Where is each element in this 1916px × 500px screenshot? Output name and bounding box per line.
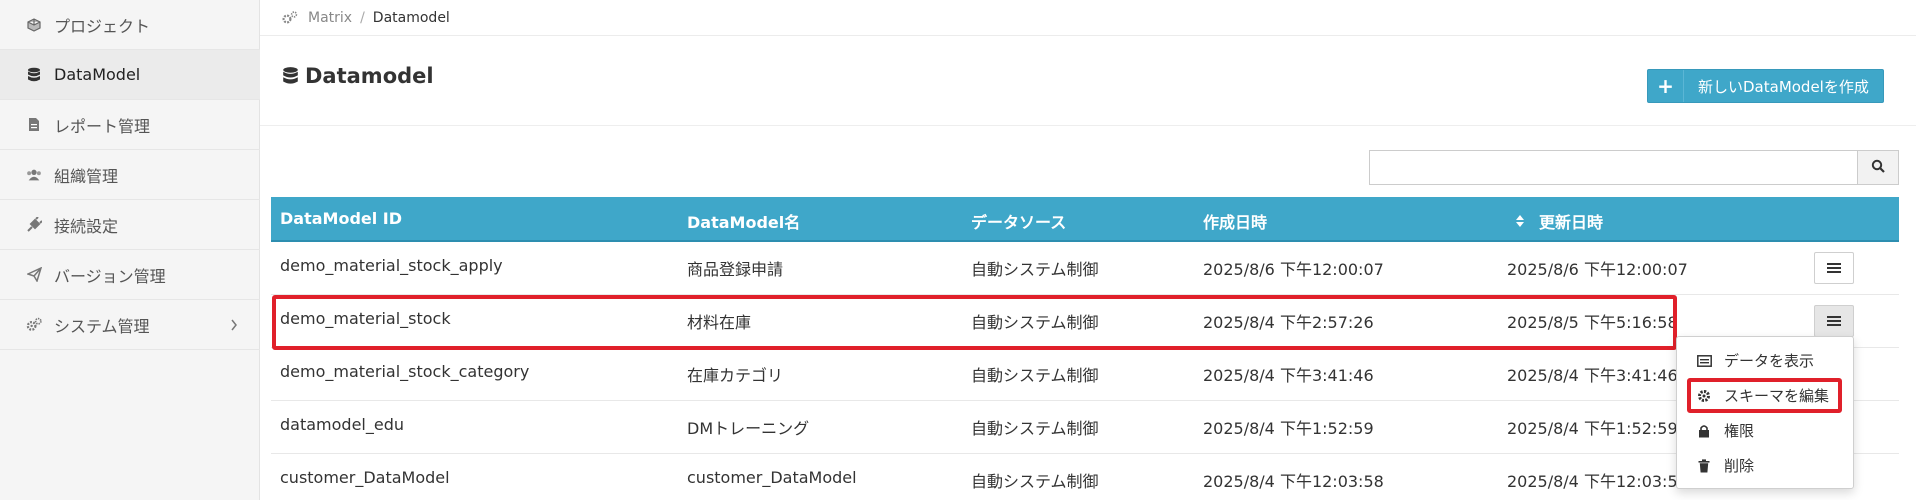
cell-source: 自動システム制御 bbox=[971, 313, 1099, 332]
menu-item-label: スキーマを編集 bbox=[1724, 387, 1830, 405]
plus-icon: + bbox=[1648, 70, 1684, 102]
sidebar-item-version[interactable]: バージョン管理 bbox=[0, 250, 260, 300]
cell-source: 自動システム制御 bbox=[971, 472, 1099, 491]
page-title-text: Datamodel bbox=[305, 64, 434, 88]
menu-item-permissions[interactable]: 権限 bbox=[1677, 413, 1853, 448]
table-row[interactable]: datamodel_edu DMトレーニング 自動システム制御 2025/8/4… bbox=[271, 401, 1899, 454]
sidebar-item-project[interactable]: プロジェクト bbox=[0, 0, 260, 50]
cell-updated: 2025/8/4 下午3:41:46 bbox=[1507, 366, 1678, 385]
row-action-menu: データを表示 スキーマを編集 権限 削除 bbox=[1676, 336, 1854, 489]
sidebar-item-organization[interactable]: 組織管理 bbox=[0, 150, 260, 200]
table-header: DataModel ID DataModel名 データソース 作成日時 更新日時 bbox=[271, 197, 1899, 242]
column-header-updated[interactable]: 更新日時 bbox=[1515, 209, 1603, 233]
sidebar-item-label: レポート管理 bbox=[54, 116, 151, 136]
cell-name: DMトレーニング bbox=[687, 419, 810, 438]
create-datamodel-label: 新しいDataModelを作成 bbox=[1698, 77, 1869, 96]
cell-id: demo_material_stock bbox=[280, 309, 451, 328]
lock-icon bbox=[1696, 424, 1712, 438]
database-icon bbox=[282, 66, 299, 86]
cell-updated: 2025/8/6 下午12:00:07 bbox=[1507, 260, 1688, 279]
menu-item-edit-schema[interactable]: スキーマを編集 bbox=[1677, 378, 1853, 413]
cell-name: customer_DataModel bbox=[687, 468, 857, 487]
datamodel-table: DataModel ID DataModel名 データソース 作成日時 更新日時… bbox=[271, 197, 1899, 500]
breadcrumb-separator: / bbox=[360, 9, 365, 26]
cell-source: 自動システム制御 bbox=[971, 419, 1099, 438]
sidebar-item-label: バージョン管理 bbox=[54, 266, 166, 286]
cell-updated: 2025/8/4 下午12:03:58 bbox=[1507, 472, 1688, 491]
cell-updated: 2025/8/5 下午5:16:58 bbox=[1507, 313, 1678, 332]
gears-icon bbox=[26, 317, 42, 333]
gears-icon bbox=[282, 11, 298, 24]
cell-id: demo_material_stock_category bbox=[280, 362, 530, 381]
cell-created: 2025/8/6 下午12:00:07 bbox=[1203, 260, 1384, 279]
table-row[interactable]: demo_material_stock_category 在庫カテゴリ 自動シス… bbox=[271, 348, 1899, 401]
menu-item-view-data[interactable]: データを表示 bbox=[1677, 343, 1853, 378]
search-icon bbox=[1871, 158, 1885, 177]
menu-item-delete[interactable]: 削除 bbox=[1677, 448, 1853, 483]
trash-icon bbox=[1696, 458, 1712, 473]
paper-plane-icon bbox=[26, 267, 42, 283]
row-menu-button[interactable] bbox=[1814, 252, 1854, 284]
sidebar-item-report[interactable]: レポート管理 bbox=[0, 100, 260, 150]
hamburger-icon bbox=[1827, 312, 1841, 331]
document-icon bbox=[26, 117, 42, 133]
sidebar-item-label: DataModel bbox=[54, 65, 141, 84]
column-header-name[interactable]: DataModel名 bbox=[687, 209, 800, 233]
sidebar-item-datamodel[interactable]: DataModel bbox=[0, 50, 260, 100]
table-row[interactable]: customer_DataModel customer_DataModel 自動… bbox=[271, 454, 1899, 500]
menu-item-label: 削除 bbox=[1724, 457, 1755, 475]
search-input[interactable] bbox=[1369, 150, 1857, 185]
chevron-right-icon bbox=[230, 316, 238, 335]
breadcrumb-parent[interactable]: Matrix bbox=[308, 10, 352, 26]
cell-source: 自動システム制御 bbox=[971, 366, 1099, 385]
gear-icon bbox=[1696, 389, 1712, 403]
create-datamodel-button[interactable]: + 新しいDataModelを作成 bbox=[1647, 69, 1884, 103]
menu-item-label: データを表示 bbox=[1724, 352, 1815, 370]
cell-updated: 2025/8/4 下午1:52:59 bbox=[1507, 419, 1678, 438]
row-menu-button[interactable] bbox=[1814, 305, 1854, 337]
column-header-id[interactable]: DataModel ID bbox=[280, 209, 402, 228]
users-icon bbox=[26, 167, 42, 183]
sidebar-item-connection[interactable]: 接続設定 bbox=[0, 200, 260, 250]
breadcrumb-current: Datamodel bbox=[372, 9, 450, 26]
cell-name: 在庫カテゴリ bbox=[687, 366, 784, 385]
breadcrumb: Matrix / Datamodel bbox=[260, 0, 1916, 36]
cell-created: 2025/8/4 下午2:57:26 bbox=[1203, 313, 1374, 332]
cell-id: datamodel_edu bbox=[280, 415, 404, 434]
cell-created: 2025/8/4 下午3:41:46 bbox=[1203, 366, 1374, 385]
search-button[interactable] bbox=[1857, 150, 1899, 185]
sort-icon[interactable] bbox=[1515, 214, 1525, 228]
plug-icon bbox=[26, 216, 42, 233]
page-title: Datamodel bbox=[282, 64, 434, 88]
search-bar bbox=[1369, 150, 1899, 185]
column-header-source[interactable]: データソース bbox=[971, 209, 1066, 233]
database-icon bbox=[26, 67, 42, 83]
cell-id: demo_material_stock_apply bbox=[280, 256, 503, 275]
column-header-updated-label: 更新日時 bbox=[1539, 213, 1604, 232]
page-header: Datamodel + 新しいDataModelを作成 bbox=[260, 36, 1916, 126]
table-icon bbox=[1696, 354, 1712, 367]
sidebar-item-label: 接続設定 bbox=[54, 216, 119, 236]
column-header-created[interactable]: 作成日時 bbox=[1203, 209, 1267, 233]
table-row[interactable]: demo_material_stock_apply 商品登録申請 自動システム制… bbox=[271, 242, 1899, 295]
cell-source: 自動システム制御 bbox=[971, 260, 1099, 279]
sidebar-item-label: システム管理 bbox=[54, 316, 150, 336]
cell-created: 2025/8/4 下午1:52:59 bbox=[1203, 419, 1374, 438]
cell-id: customer_DataModel bbox=[280, 468, 450, 487]
hamburger-icon bbox=[1827, 259, 1841, 278]
sidebar: プロジェクト DataModel レポート管理 組織管理 接続設定 バージョン管… bbox=[0, 0, 260, 500]
menu-item-label: 権限 bbox=[1724, 422, 1755, 440]
sidebar-item-system[interactable]: システム管理 bbox=[0, 300, 260, 350]
sidebar-item-label: 組織管理 bbox=[54, 166, 119, 186]
cell-name: 商品登録申請 bbox=[687, 260, 784, 279]
sidebar-item-label: プロジェクト bbox=[54, 16, 151, 36]
table-row[interactable]: demo_material_stock 材料在庫 自動システム制御 2025/8… bbox=[271, 295, 1899, 348]
cell-created: 2025/8/4 下午12:03:58 bbox=[1203, 472, 1384, 491]
cell-name: 材料在庫 bbox=[687, 313, 752, 332]
cube-icon bbox=[26, 17, 42, 33]
